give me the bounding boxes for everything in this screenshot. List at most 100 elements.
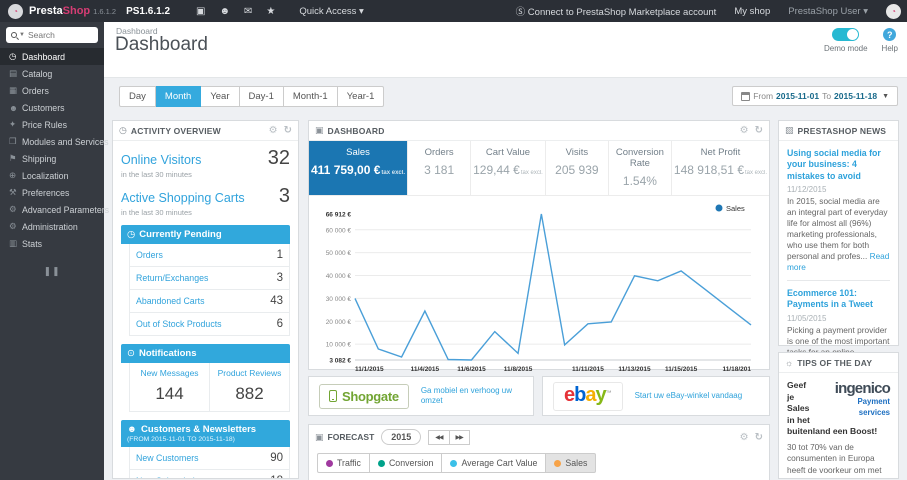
- notification-stat[interactable]: Product Reviews 882: [209, 363, 289, 411]
- sidebar-item-administration[interactable]: ⚙ Administration: [0, 218, 104, 235]
- ebay-banner[interactable]: ebay™ Start uw eBay-winkel vandaag: [542, 376, 770, 416]
- active-carts-link[interactable]: Active Shopping Carts: [121, 191, 279, 205]
- cart-icon[interactable]: ▣: [196, 6, 205, 17]
- forecast-legend-button[interactable]: Sales: [546, 453, 597, 473]
- search-input[interactable]: [27, 30, 86, 40]
- forecast-next-button[interactable]: ▶▶: [449, 429, 470, 445]
- kpi-tile[interactable]: Conversion Rate 1.54%: [607, 141, 671, 195]
- kpi-tile[interactable]: Net Profit 148 918,51 €tax excl.: [670, 141, 769, 195]
- forecast-legend-button[interactable]: Average Cart Value: [442, 453, 547, 473]
- forecast-panel: ▣ FORECAST 2015 ◀◀ ▶▶ ⚙ ↻ Traffic Conver…: [308, 424, 770, 480]
- prestashop-news-panel: ▨ PRESTASHOP NEWS Using social media for…: [778, 120, 899, 408]
- activity-row[interactable]: New Subscriptions 18: [130, 470, 289, 478]
- tip-body: 30 tot 70% van de consumenten in Europa …: [787, 441, 882, 478]
- online-visitors-link[interactable]: Online Visitors: [121, 153, 268, 167]
- date-filter-button[interactable]: Day: [119, 86, 156, 107]
- forecast-year[interactable]: 2015: [381, 429, 422, 445]
- kpi-tile[interactable]: Orders 3 181: [407, 141, 470, 195]
- kpi-tile[interactable]: Cart Value 129,44 €tax excl.: [470, 141, 545, 195]
- advanced-parameters-icon: ⚙: [9, 204, 17, 214]
- sidebar-item-localization[interactable]: ⊕ Localization: [0, 167, 104, 184]
- panel-settings-icon[interactable]: ⚙: [269, 125, 278, 136]
- forecast-prev-button[interactable]: ◀◀: [428, 429, 450, 445]
- pending-icon: ◷: [127, 229, 136, 240]
- ebay-logo: ebay™: [553, 381, 623, 411]
- svg-text:3 082 €: 3 082 €: [329, 358, 351, 365]
- svg-text:20 000 €: 20 000 €: [326, 319, 352, 326]
- activity-row[interactable]: Return/Exchanges 3: [130, 267, 289, 290]
- sidebar-item-customers[interactable]: ☻ Customers: [0, 99, 104, 116]
- svg-text:11/11/2015: 11/11/2015: [572, 366, 604, 373]
- kpi-row: Sales 411 759,00 €tax excl. Orders 3 181…: [309, 141, 769, 196]
- date-range-picker[interactable]: From 2015-11-01 To 2015-11-18 ▼: [732, 86, 898, 106]
- active-carts-sub: in the last 30 minutes: [121, 208, 192, 217]
- prestashop-logo-icon: ◔: [8, 3, 23, 19]
- panel-settings-icon[interactable]: ⚙: [740, 432, 749, 443]
- news-article-title[interactable]: Using social media for your business: 4 …: [787, 148, 890, 182]
- activity-row[interactable]: Orders 1: [130, 244, 289, 267]
- demo-mode-toggle[interactable]: [832, 28, 860, 41]
- svg-text:30 000 €: 30 000 €: [326, 296, 352, 303]
- kpi-tile[interactable]: Sales 411 759,00 €tax excl.: [309, 141, 408, 195]
- dashboard-panel: ▣ DASHBOARD ⚙ ↻ Sales 411 759,00 €tax ex…: [308, 120, 770, 373]
- sidebar-item-dashboard[interactable]: ◷ Dashboard: [0, 48, 104, 65]
- sidebar-item-catalog[interactable]: ▤ Catalog: [0, 65, 104, 82]
- panel-settings-icon[interactable]: ⚙: [740, 125, 749, 136]
- date-filter-button[interactable]: Day-1: [239, 86, 284, 107]
- legend-dot-icon: [377, 459, 385, 467]
- user-avatar[interactable]: ◔: [886, 3, 901, 19]
- help-icon[interactable]: ?: [883, 28, 897, 41]
- user-icon[interactable]: ☻: [219, 6, 230, 17]
- svg-text:40 000 €: 40 000 €: [326, 273, 352, 280]
- kpi-tile[interactable]: Visits 205 939: [544, 141, 608, 195]
- shopgate-banner[interactable]: Shopgate Ga mobiel en verhoog uw omzet: [308, 376, 534, 416]
- sidebar-collapse-button[interactable]: ❚❚: [0, 266, 104, 277]
- my-shop-link[interactable]: My shop: [734, 6, 770, 17]
- sidebar-item-modules-and-services[interactable]: ❒ Modules and Services: [0, 133, 109, 150]
- lightbulb-icon: ☼: [785, 357, 794, 368]
- svg-text:11/13/2015: 11/13/2015: [618, 366, 651, 373]
- svg-text:11/18/201: 11/18/201: [722, 366, 751, 373]
- news-panel-title: PRESTASHOP NEWS: [797, 125, 887, 136]
- marketplace-connect-link[interactable]: Ⓢ Connect to PrestaShop Marketplace acco…: [516, 4, 717, 18]
- notification-stat[interactable]: New Messages 144: [130, 363, 209, 411]
- sidebar-item-preferences[interactable]: ⚒ Preferences: [0, 184, 104, 201]
- ebay-link[interactable]: Start uw eBay-winkel vandaag: [635, 391, 743, 401]
- sidebar-item-shipping[interactable]: ⚑ Shipping: [0, 150, 104, 167]
- forecast-legend-button[interactable]: Traffic: [317, 453, 370, 473]
- sidebar-item-price-rules[interactable]: ✦ Price Rules: [0, 116, 104, 133]
- demo-mode-label: Demo mode: [823, 44, 868, 53]
- legend-dot-icon: [326, 459, 333, 467]
- shopgate-link[interactable]: Ga mobiel en verhoog uw omzet: [421, 386, 523, 405]
- news-article-date: 11/12/2015: [787, 185, 827, 195]
- news-article-title[interactable]: Ecommerce 101: Payments in a Tweet: [787, 288, 890, 311]
- activity-row[interactable]: Out of Stock Products 6: [130, 313, 289, 335]
- date-filter-button[interactable]: Year-1: [337, 86, 385, 107]
- mail-icon[interactable]: ✉: [244, 6, 252, 17]
- panel-refresh-icon[interactable]: ↻: [755, 432, 763, 443]
- forecast-legend-button[interactable]: Conversion: [369, 453, 443, 473]
- svg-text:Sales: Sales: [726, 204, 745, 213]
- trophy-icon[interactable]: ★: [266, 6, 275, 17]
- activity-row[interactable]: New Customers 90: [130, 447, 289, 470]
- chevron-down-icon: ▼: [882, 92, 889, 100]
- customers-icon: ☻: [9, 102, 18, 113]
- sidebar-item-stats[interactable]: ▥ Stats: [0, 235, 104, 252]
- panel-refresh-icon[interactable]: ↻: [284, 125, 292, 136]
- forecast-legend: Traffic Conversion Average Cart Value Sa…: [309, 449, 769, 477]
- activity-panel-title: ACTIVITY OVERVIEW: [130, 125, 221, 136]
- date-filter-button[interactable]: Month: [155, 86, 202, 107]
- svg-text:60 000 €: 60 000 €: [326, 227, 352, 234]
- panel-refresh-icon[interactable]: ↻: [755, 125, 763, 136]
- search-scope-caret-icon[interactable]: ▼: [19, 32, 25, 38]
- quick-access-dropdown[interactable]: Quick Access ▾: [299, 6, 363, 17]
- ingenico-logo: ingenico Payment services: [834, 380, 891, 417]
- sidebar-item-advanced-parameters[interactable]: ⚙ Advanced Parameters: [0, 201, 109, 218]
- date-filter-button[interactable]: Month-1: [283, 86, 338, 107]
- user-menu-dropdown[interactable]: PrestaShop User ▾: [788, 6, 868, 17]
- sidebar-search[interactable]: ▼: [6, 27, 98, 43]
- sidebar-item-orders[interactable]: ▦ Orders: [0, 82, 104, 99]
- date-filter-button[interactable]: Year: [201, 86, 240, 107]
- brand-presta: Presta: [29, 5, 63, 17]
- activity-row[interactable]: Abandoned Carts 43: [130, 290, 289, 313]
